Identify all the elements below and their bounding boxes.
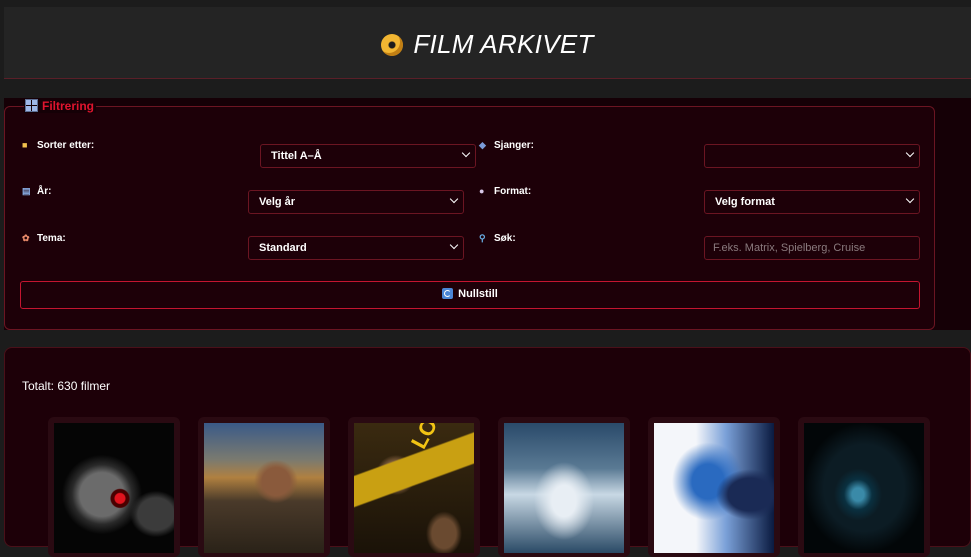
poster-title-text: LOCKS	[406, 423, 465, 453]
sort-label-text: Sorter etter:	[37, 140, 95, 151]
page-title: FILM ARKIVET	[4, 29, 971, 60]
sort-select[interactable]: Tittel A–Å	[260, 144, 476, 168]
genre-label-text: Sjanger:	[494, 140, 535, 151]
refresh-icon	[442, 288, 454, 299]
palette-icon: ✿	[22, 233, 30, 243]
chevron-down-icon	[449, 240, 459, 250]
search-label: ⚲ Søk:	[479, 233, 516, 244]
chevron-down-icon	[905, 148, 915, 158]
format-label-text: Format:	[494, 186, 532, 197]
movie-poster[interactable]	[504, 423, 624, 553]
search-input[interactable]	[704, 236, 920, 260]
format-label: ● Format:	[479, 186, 531, 197]
genre-label: ◆ Sjanger:	[479, 140, 534, 151]
year-label: ▤ År:	[22, 186, 51, 197]
magnifier-icon: ⚲	[479, 233, 486, 243]
theme-label: ✿ Tema:	[22, 233, 66, 244]
movie-poster[interactable]: LOCKS	[354, 423, 474, 553]
filter-legend: Filtrering	[24, 99, 97, 113]
chevron-down-icon	[905, 194, 915, 204]
filter-legend-text: Filtrering	[42, 99, 95, 113]
movie-card[interactable]	[498, 417, 630, 557]
movie-card[interactable]	[648, 417, 780, 557]
movie-poster[interactable]	[804, 423, 924, 553]
theme-select-value: Standard	[259, 242, 307, 254]
dvd-icon: ●	[479, 186, 485, 196]
year-select-value: Velg år	[259, 196, 296, 208]
sort-label: ■ Sorter etter:	[22, 140, 94, 151]
page-header: FILM ARKIVET	[4, 7, 971, 79]
sort-select-value: Tittel A–Å	[271, 150, 322, 162]
theme-label-text: Tema:	[37, 233, 66, 244]
disc-icon	[381, 34, 404, 56]
movie-card[interactable]	[798, 417, 930, 557]
movie-poster[interactable]	[54, 423, 174, 553]
total-count: Totalt: 630 filmer	[22, 379, 111, 393]
folder-icon: ■	[22, 140, 28, 150]
movie-card[interactable]	[48, 417, 180, 557]
movie-poster[interactable]	[654, 423, 774, 553]
movie-card[interactable]	[198, 417, 330, 557]
movie-poster[interactable]	[204, 423, 324, 553]
masks-icon: ◆	[479, 140, 486, 150]
grid-icon	[25, 99, 38, 112]
format-select[interactable]: Velg format	[704, 190, 920, 214]
reset-button-label: Nullstill	[458, 288, 498, 300]
calendar-icon: ▤	[22, 186, 31, 196]
year-select[interactable]: Velg år	[248, 190, 464, 214]
year-label-text: År:	[37, 186, 52, 197]
page-title-text: FILM ARKIVET	[413, 29, 594, 59]
theme-select[interactable]: Standard	[248, 236, 464, 260]
chevron-down-icon	[449, 194, 459, 204]
search-label-text: Søk:	[494, 233, 516, 244]
format-select-value: Velg format	[715, 196, 775, 208]
reset-button[interactable]: Nullstill	[20, 281, 920, 309]
genre-select[interactable]	[704, 144, 920, 168]
movie-card[interactable]: LOCKS	[348, 417, 480, 557]
chevron-down-icon	[461, 148, 471, 158]
